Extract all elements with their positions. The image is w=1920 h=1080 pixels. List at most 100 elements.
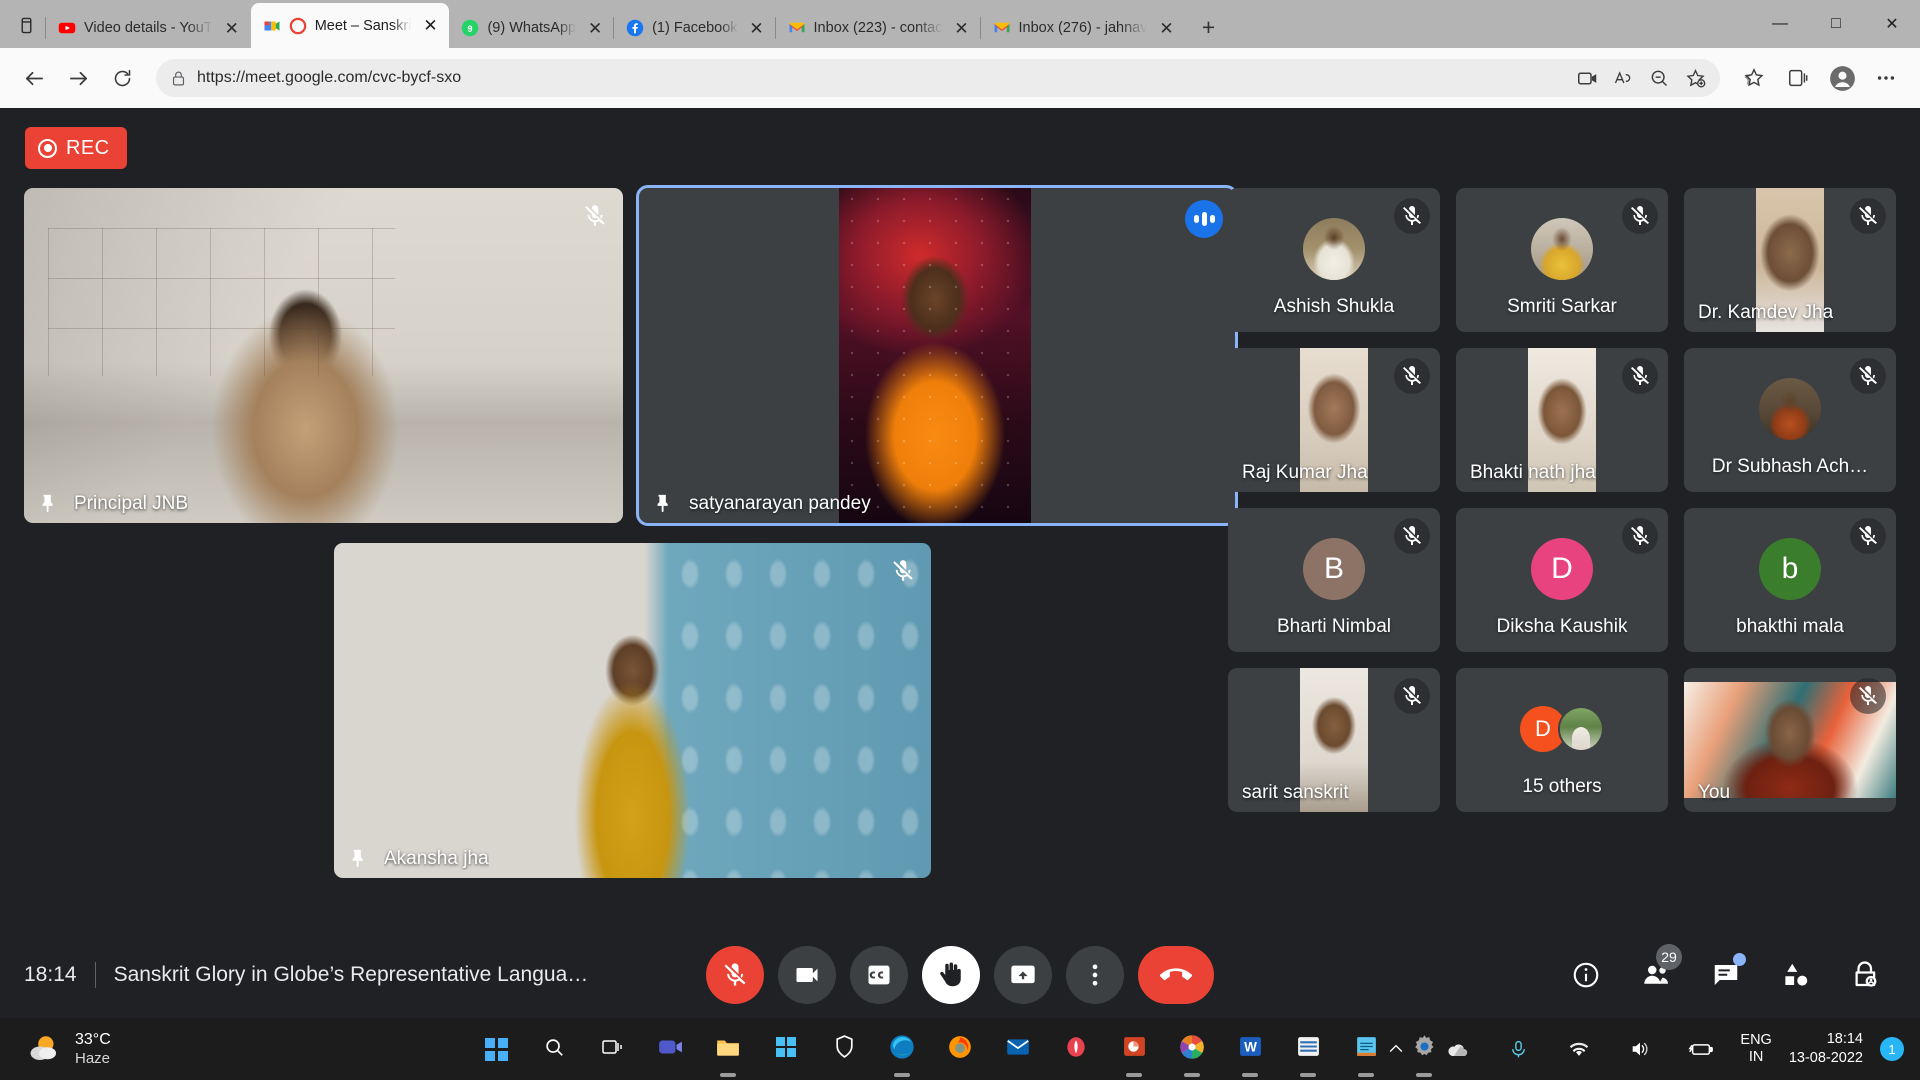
file-explorer-button[interactable] — [706, 1027, 750, 1071]
photos-button[interactable] — [1170, 1027, 1214, 1071]
show-hidden-icons-button[interactable] — [1374, 1027, 1418, 1071]
participant-tile[interactable]: Smriti Sarkar — [1456, 188, 1668, 332]
raise-hand-button[interactable] — [922, 946, 980, 1004]
firefox-button[interactable] — [938, 1027, 982, 1071]
task-view-button[interactable] — [590, 1027, 634, 1071]
video-tile-satyanarayan-pandey[interactable]: satyanarayan pandey — [639, 188, 1235, 523]
read-aloud-icon[interactable] — [1606, 61, 1640, 95]
participant-name: Diksha Kaushik — [1456, 616, 1668, 638]
screencast-icon[interactable] — [1570, 61, 1604, 95]
video-tile-principal-jnb[interactable]: Principal JNB — [24, 188, 623, 523]
captions-button[interactable] — [850, 946, 908, 1004]
mic-off-icon — [1394, 678, 1430, 714]
meeting-details-button[interactable] — [1564, 953, 1608, 997]
language-indicator[interactable]: ENG IN — [1740, 1032, 1771, 1066]
whatsapp-icon: 9 — [461, 19, 479, 37]
start-button[interactable] — [474, 1027, 518, 1071]
folder-icon — [715, 1034, 741, 1065]
minimize-button[interactable]: — — [1752, 0, 1808, 48]
edge-button[interactable] — [880, 1027, 924, 1071]
battery-charging-icon[interactable] — [1679, 1027, 1723, 1071]
close-tab-button[interactable]: ✕ — [584, 17, 606, 39]
back-icon[interactable] — [14, 58, 54, 98]
participants-button[interactable]: 29 — [1634, 953, 1678, 997]
language-line-2: IN — [1740, 1049, 1771, 1066]
close-tab-button[interactable]: ✕ — [746, 17, 768, 39]
camera-button[interactable] — [778, 946, 836, 1004]
microphone-icon[interactable] — [1496, 1027, 1540, 1071]
teams-button[interactable] — [648, 1027, 692, 1071]
brave-button[interactable] — [822, 1027, 866, 1071]
participant-tile[interactable]: BBharti Nimbal — [1228, 508, 1440, 652]
browser-tab[interactable]: Meet – Sanskri ✕ — [251, 3, 450, 48]
browser-tab[interactable]: Video details - YouT✕ — [46, 8, 251, 48]
add-favorite-icon[interactable] — [1678, 61, 1712, 95]
participant-tile[interactable]: Raj Kumar Jha — [1228, 348, 1440, 492]
browser-tab[interactable]: 9(9) WhatsApp✕ — [449, 8, 614, 48]
close-tab-button[interactable]: ✕ — [419, 15, 441, 37]
participant-tile[interactable]: You — [1684, 668, 1896, 812]
participant-tile[interactable]: Dr. Kamdev Jha — [1684, 188, 1896, 332]
participant-tile[interactable]: Bhakti nath jha — [1456, 348, 1668, 492]
powerpoint-button[interactable] — [1112, 1027, 1156, 1071]
participant-tile[interactable]: Ashish Shukla — [1228, 188, 1440, 332]
close-tab-button[interactable]: ✕ — [221, 17, 243, 39]
participant-tile[interactable]: sarit sanskrit — [1228, 668, 1440, 812]
participant-tile[interactable]: D Diksha Kaushik — [1456, 508, 1668, 652]
close-tab-button[interactable]: ✕ — [1155, 17, 1177, 39]
chat-button[interactable] — [1704, 953, 1748, 997]
address-bar[interactable]: https://meet.google.com/cvc-bycf-sxo — [156, 59, 1720, 97]
weather-widget[interactable]: 33°C Haze — [0, 1031, 111, 1068]
participant-tile[interactable]: D15 others — [1456, 668, 1668, 812]
volume-icon[interactable] — [1618, 1027, 1662, 1071]
onedrive-icon[interactable] — [1435, 1027, 1479, 1071]
present-screen-icon — [1009, 961, 1037, 989]
browser-settings-icon[interactable] — [1866, 58, 1906, 98]
sun-cloud-icon — [28, 1032, 62, 1066]
tab-search-icon[interactable] — [6, 5, 46, 45]
new-tab-button[interactable]: + — [1191, 10, 1225, 44]
profile-avatar[interactable] — [1822, 58, 1862, 98]
close-window-button[interactable]: ✕ — [1864, 0, 1920, 48]
microsoft-store-button[interactable] — [764, 1027, 808, 1071]
mail-button[interactable] — [996, 1027, 1040, 1071]
browser-tab[interactable]: Inbox (223) - contac✕ — [776, 8, 981, 48]
tile-name-row: Principal JNB — [24, 485, 202, 523]
collections-icon[interactable] — [1778, 58, 1818, 98]
activities-button[interactable] — [1774, 953, 1818, 997]
close-tab-button[interactable]: ✕ — [951, 17, 973, 39]
video-stage: Principal JNB satyanarayan pandey — [0, 108, 1920, 932]
forward-icon[interactable] — [58, 58, 98, 98]
windows-icon — [485, 1038, 508, 1061]
favorites-icon[interactable] — [1734, 58, 1774, 98]
word-button[interactable]: W — [1228, 1027, 1272, 1071]
browser-tab[interactable]: Inbox (276) - jahnav✕ — [981, 8, 1186, 48]
participant-tile[interactable]: Dr Subhash Ach… — [1684, 348, 1896, 492]
tile-name-row: sarit sanskrit — [1228, 774, 1363, 812]
ufo-button[interactable] — [1054, 1027, 1098, 1071]
notification-badge[interactable]: 1 — [1880, 1037, 1904, 1061]
more-options-button[interactable] — [1066, 946, 1124, 1004]
browser-tab[interactable]: (1) Facebook✕ — [614, 8, 775, 48]
tab-title: Meet – Sanskri — [315, 18, 412, 34]
host-controls-button[interactable] — [1844, 953, 1888, 997]
mail-icon — [1005, 1034, 1031, 1065]
maximize-button[interactable]: □ — [1808, 0, 1864, 48]
search-button[interactable] — [532, 1027, 576, 1071]
avatar: D — [1531, 538, 1593, 600]
leave-call-button[interactable] — [1138, 946, 1214, 1004]
video-tile-akansha-jha[interactable]: Akansha jha — [334, 543, 931, 878]
speaking-indicator-icon — [1185, 200, 1223, 238]
reload-icon[interactable] — [102, 58, 142, 98]
running-indicator — [1300, 1073, 1316, 1077]
photos-icon — [1178, 1033, 1206, 1066]
zoom-out-icon[interactable] — [1642, 61, 1676, 95]
clock[interactable]: 18:14 13-08-2022 — [1789, 1030, 1863, 1068]
wifi-icon[interactable] — [1557, 1027, 1601, 1071]
participant-tile[interactable]: bbhakthi mala — [1684, 508, 1896, 652]
windows-taskbar: 33°C Haze W ENG — [0, 1018, 1920, 1080]
microphone-off-button[interactable] — [706, 946, 764, 1004]
present-button[interactable] — [994, 946, 1052, 1004]
excel-button[interactable] — [1286, 1027, 1330, 1071]
hangup-icon — [1160, 959, 1192, 991]
